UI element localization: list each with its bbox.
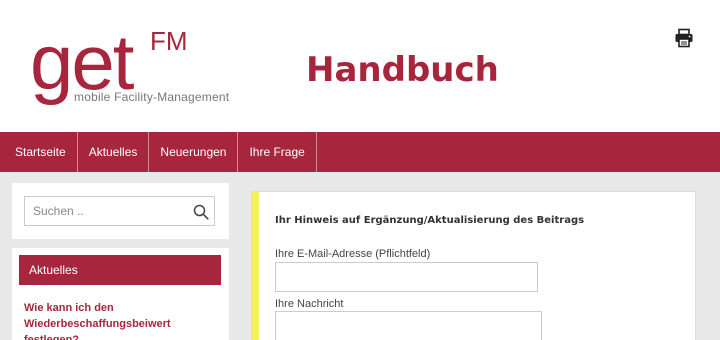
page-title: Handbuch: [306, 50, 499, 90]
email-label: Ihre E-Mail-Adresse (Pflichtfeld): [275, 248, 431, 260]
main-navigation: Startseite Aktuelles Neuerungen Ihre Fra…: [0, 132, 720, 172]
site-header: get FM mobile Facility-Management Handbu…: [0, 0, 720, 132]
feedback-form-panel: Ihr Hinweis auf Ergänzung/Aktualisierung…: [251, 191, 696, 340]
form-title: Ihr Hinweis auf Ergänzung/Aktualisierung…: [275, 215, 585, 226]
nav-item-ihre-frage[interactable]: Ihre Frage: [238, 132, 317, 172]
logo-tagline: mobile Facility-Management: [74, 90, 230, 104]
sidebar-news-widget: Aktuelles Wie kann ich den Wiederbeschaf…: [12, 248, 229, 340]
logo-superscript: FM: [150, 26, 188, 56]
email-field[interactable]: [275, 262, 538, 292]
nav-item-neuerungen[interactable]: Neuerungen: [149, 132, 239, 172]
nav-item-aktuelles[interactable]: Aktuelles: [78, 132, 150, 172]
sidebar-search-widget: [12, 183, 229, 239]
search-icon[interactable]: [193, 204, 209, 220]
search-input[interactable]: [24, 196, 215, 226]
message-field[interactable]: [275, 311, 542, 340]
news-widget-header: Aktuelles: [19, 255, 221, 285]
nav-item-startseite[interactable]: Startseite: [0, 132, 78, 172]
printer-icon[interactable]: [674, 28, 694, 48]
form-accent-bar: [251, 192, 259, 340]
news-article-link[interactable]: Wie kann ich den Wiederbeschaffungsbeiwe…: [24, 300, 214, 340]
message-label: Ihre Nachricht: [275, 298, 344, 310]
